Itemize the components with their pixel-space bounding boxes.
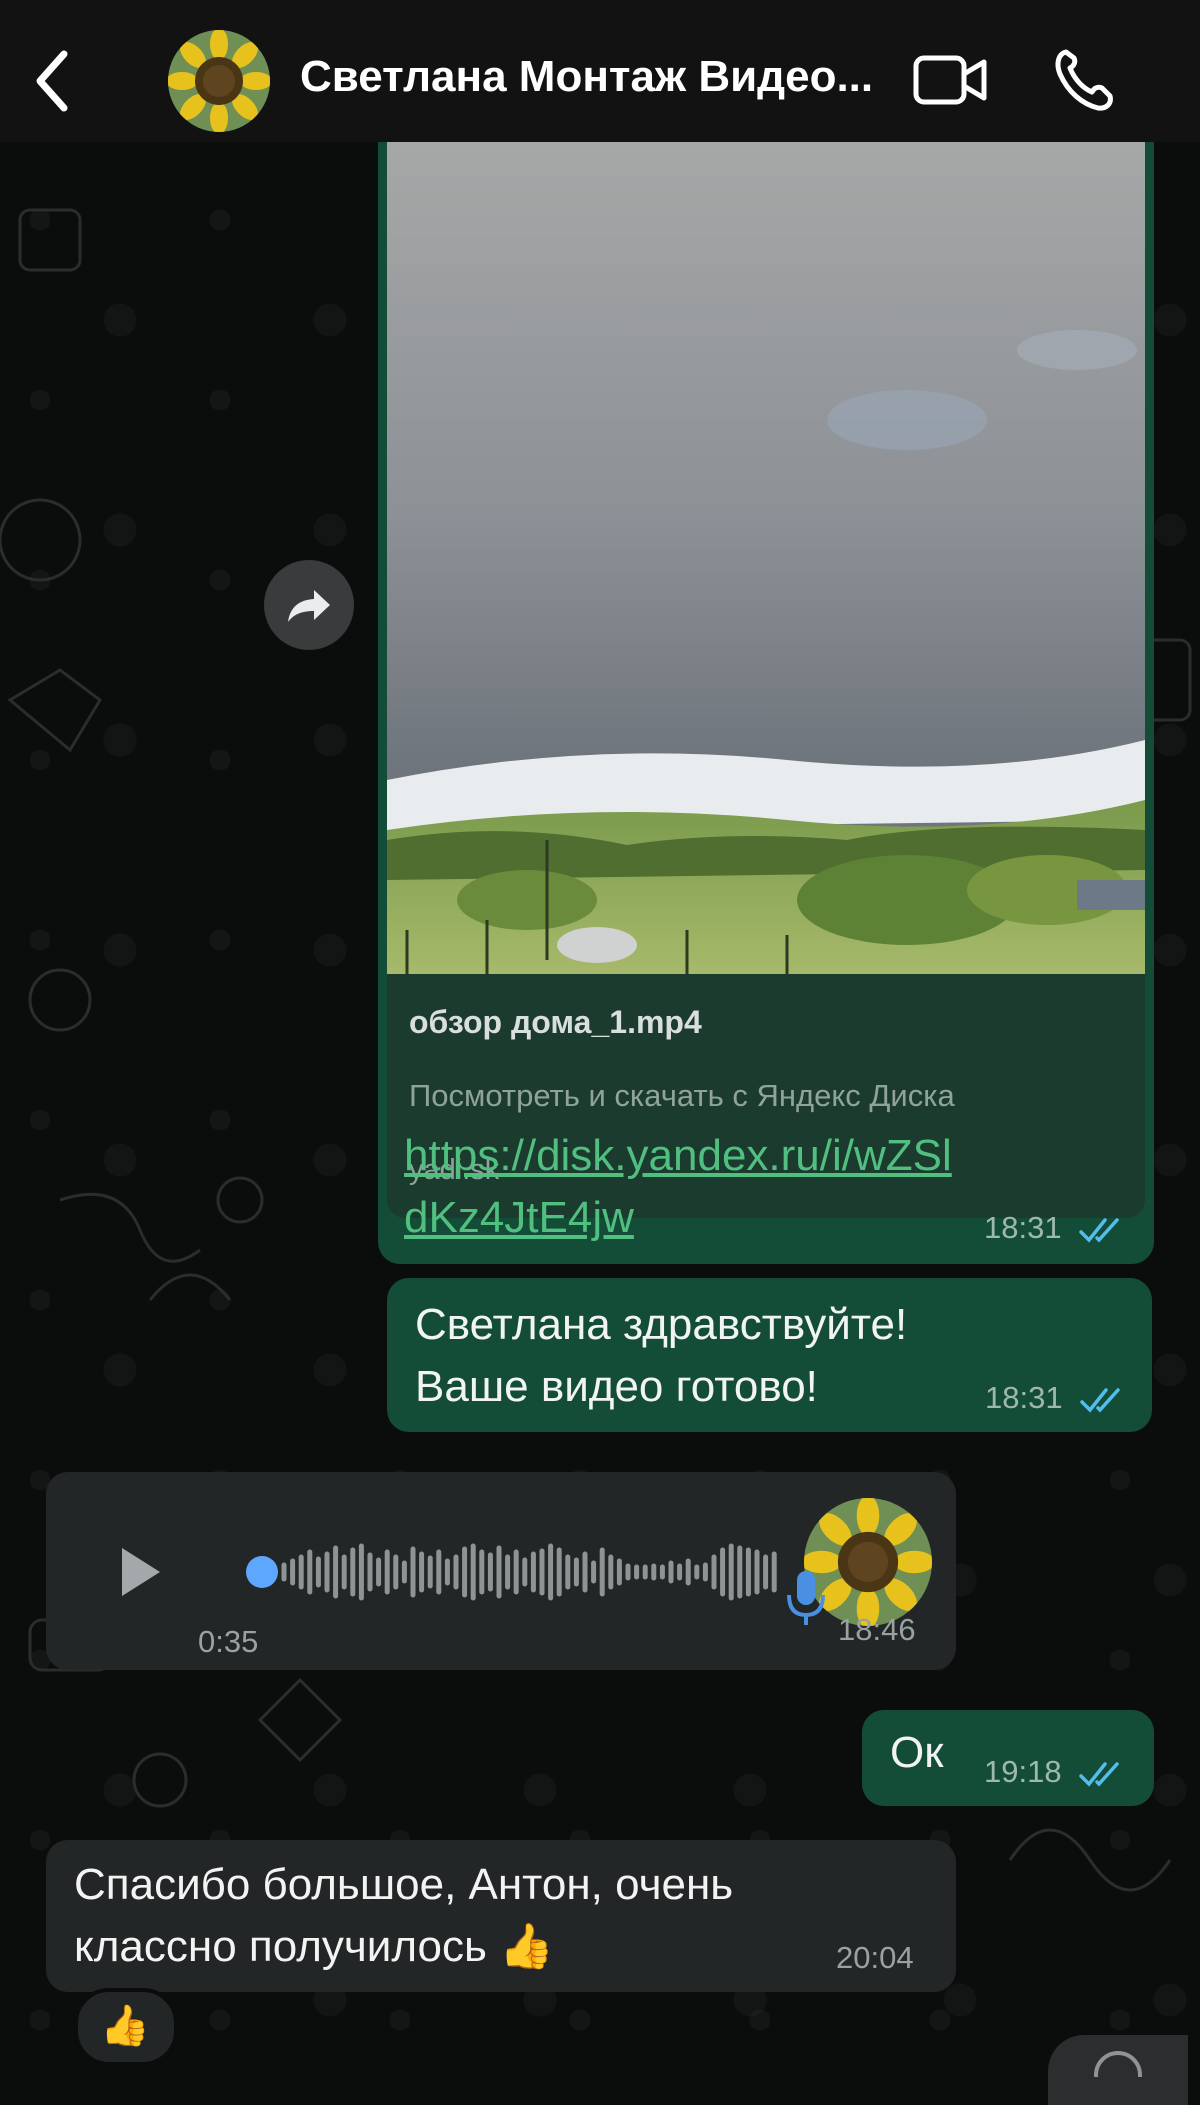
voice-call-button[interactable] — [1052, 46, 1114, 112]
message-reaction[interactable]: 👍 — [74, 1988, 178, 2066]
double-check-icon — [1079, 1218, 1119, 1243]
phone-icon — [1055, 49, 1113, 111]
message-timestamp: 18:31 — [985, 1380, 1063, 1415]
sunflower-avatar-image — [168, 30, 270, 132]
double-check-icon — [1080, 1388, 1120, 1413]
landscape-thumbnail-image — [387, 140, 1145, 974]
video-camera-icon — [913, 55, 987, 105]
reaction-emoji: 👍 — [100, 2004, 150, 2048]
link-preview-description: Посмотреть и скачать с Яндекс Диска — [409, 1078, 955, 1113]
playback-position-dot[interactable] — [246, 1556, 278, 1588]
message-time: 19:18 — [984, 1754, 1124, 1790]
audio-waveform[interactable] — [194, 1532, 804, 1612]
scroll-down-button[interactable] — [1048, 2035, 1188, 2105]
message-text: Светлана здравствуйте! Ваше видео готово… — [415, 1300, 908, 1411]
outgoing-text-message[interactable]: Светлана здравствуйте! Ваше видео готово… — [387, 1278, 1152, 1432]
message-timestamp: 19:18 — [984, 1754, 1062, 1789]
double-check-icon — [1079, 1762, 1119, 1787]
message-link[interactable]: https://disk.yandex.ru/i/wZSldKz4JtE4jw — [404, 1125, 964, 1249]
message-time: 18:31 — [984, 1210, 1124, 1246]
microphone-icon — [784, 1567, 828, 1629]
incoming-text-message[interactable]: Спасибо большое, Антон, очень классно по… — [46, 1840, 956, 1992]
video-call-button[interactable] — [912, 52, 988, 108]
forward-button[interactable] — [264, 560, 354, 650]
back-button[interactable] — [30, 48, 80, 114]
play-button[interactable] — [108, 1542, 168, 1602]
incoming-voice-message[interactable]: 0:35 18:46 — [46, 1472, 956, 1670]
message-timestamp: 18:31 — [984, 1210, 1062, 1245]
outgoing-link-message[interactable]: обзор дома_1.mp4 Посмотреть и скачать с … — [378, 110, 1154, 1264]
message-timestamp: 18:46 — [838, 1612, 916, 1647]
outgoing-text-message[interactable]: Ок 19:18 — [862, 1710, 1154, 1806]
message-text: Спасибо большое, Антон, очень классно по… — [74, 1860, 734, 1971]
forward-arrow-icon — [288, 590, 330, 622]
video-thumbnail[interactable] — [387, 140, 1145, 974]
message-time: 18:31 — [985, 1380, 1125, 1416]
voice-duration: 0:35 — [198, 1624, 259, 1659]
link-preview-title: обзор дома_1.mp4 — [409, 1004, 702, 1040]
message-text: Ок — [890, 1728, 944, 1777]
contact-avatar[interactable] — [168, 30, 270, 132]
chat-header: Светлана Монтаж Видео... — [0, 0, 1200, 142]
play-icon — [122, 1548, 160, 1596]
contact-name[interactable]: Светлана Монтаж Видео... — [300, 52, 890, 112]
message-timestamp: 20:04 — [836, 1940, 914, 1975]
chevron-left-icon — [36, 50, 68, 112]
chevron-down-icon — [1094, 2051, 1142, 2099]
